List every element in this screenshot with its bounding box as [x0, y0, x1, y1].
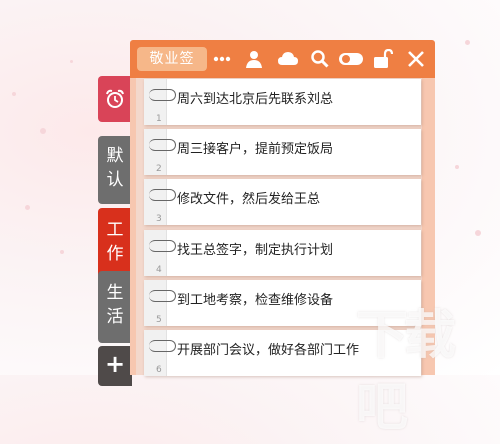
note-item[interactable]: 3 修改文件，然后发给王总 [144, 179, 421, 225]
background-dot [12, 92, 16, 96]
user-icon[interactable] [244, 49, 264, 69]
tab-default-label: 默认 [106, 146, 124, 190]
binder-ring-icon [149, 89, 176, 101]
note-item[interactable]: 2 周三接客户，提前预定饭局 [144, 129, 421, 175]
note-text: 到工地考察，检查维修设备 [177, 293, 334, 308]
note-number: 1 [156, 114, 162, 124]
background-dot [465, 40, 470, 45]
tab-add[interactable]: + [98, 346, 132, 386]
brand-button[interactable]: 敬业签 [137, 47, 207, 71]
tab-alarm[interactable] [98, 76, 132, 122]
note-item[interactable]: 4 找王总签字，制定执行计划 [144, 230, 421, 276]
background-dot [60, 250, 64, 254]
note-text: 周六到达北京后先联系刘总 [177, 92, 334, 107]
binder-ring-icon [149, 240, 176, 252]
tab-work[interactable]: 工作 [98, 208, 132, 280]
background-dot [70, 60, 73, 63]
note-text: 修改文件，然后发给王总 [177, 192, 321, 207]
note-number: 3 [156, 214, 162, 224]
note-text: 开展部门会议，做好各部门工作 [177, 343, 360, 358]
tab-life-label: 生活 [106, 283, 124, 327]
note-number: 4 [156, 265, 162, 275]
tab-life[interactable]: 生活 [98, 271, 132, 343]
toggle-icon[interactable] [338, 49, 364, 69]
binder-ring-icon [149, 139, 176, 151]
alarm-clock-icon [106, 89, 124, 108]
note-number: 5 [156, 315, 162, 325]
note-number: 6 [156, 365, 162, 375]
tab-work-label: 工作 [106, 220, 124, 264]
unlock-icon[interactable] [373, 49, 393, 69]
binder-ring-icon [149, 340, 176, 352]
note-item[interactable]: 1 周六到达北京后先联系刘总 [144, 79, 421, 125]
more-icon[interactable] [212, 49, 232, 69]
tab-default[interactable]: 默认 [98, 136, 132, 204]
binder-ring-icon [149, 290, 176, 302]
background-dot [40, 128, 46, 134]
background-dot [25, 205, 30, 210]
note-number: 2 [156, 164, 162, 174]
note-text: 找王总签字，制定执行计划 [177, 243, 334, 258]
search-icon[interactable] [310, 49, 330, 69]
note-text: 周三接客户，提前预定饭局 [177, 142, 334, 157]
close-icon[interactable] [406, 49, 426, 69]
watermark-logo: 下载吧 [356, 306, 456, 438]
plus-icon: + [104, 350, 126, 378]
background-dot [455, 165, 459, 169]
background-dot [475, 230, 481, 236]
title-bar: 敬业签 [130, 40, 435, 78]
binder-ring-icon [149, 189, 176, 201]
cloud-icon[interactable] [277, 49, 299, 69]
